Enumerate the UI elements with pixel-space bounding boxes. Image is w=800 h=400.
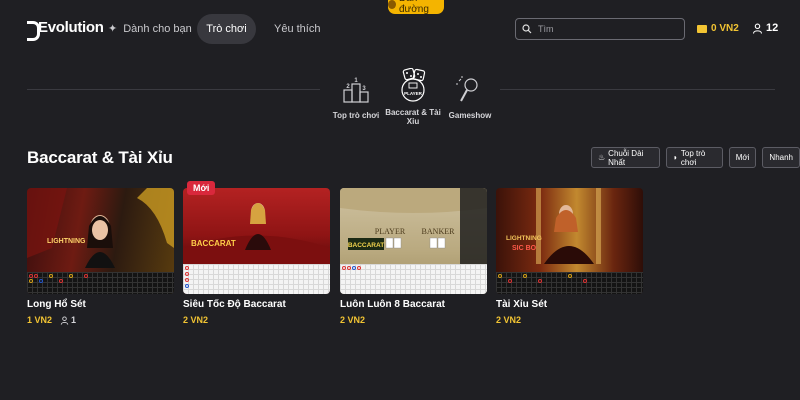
nav-favorites[interactable]: Yêu thích bbox=[274, 14, 320, 44]
sparkle-icon: ✦ bbox=[108, 23, 118, 35]
game-thumbnail[interactable]: PLAYER BANKER BACCARAT bbox=[340, 188, 487, 294]
game-title[interactable]: Siêu Tốc Độ Baccarat bbox=[183, 299, 330, 310]
game-art-subtext: SIC BO bbox=[512, 245, 537, 252]
game-thumbnail[interactable]: BACCARAT bbox=[183, 188, 330, 294]
play-icon: ◗ bbox=[673, 153, 678, 162]
dice-icon: PLAYER bbox=[401, 67, 426, 102]
logo-mark-icon bbox=[27, 20, 40, 41]
category-baccarat-label: Baccarat & Tài Xỉu bbox=[385, 108, 441, 126]
game-meta: 2 VN2 bbox=[340, 315, 487, 325]
nav-for-you-label: Dành cho bạn bbox=[123, 23, 192, 35]
game-card-speed-baccarat[interactable]: Mới BACCARAT Siêu Tốc Độ Baccarat 2 VN2 bbox=[183, 181, 330, 325]
logo-text: Evolution bbox=[38, 19, 104, 36]
filter-fast[interactable]: Nhanh bbox=[762, 147, 800, 168]
game-meta: 1 VN2 1 bbox=[27, 315, 174, 325]
filter-new[interactable]: Mới bbox=[728, 147, 757, 168]
nav-games-label: Trò chơi bbox=[206, 23, 247, 35]
game-meta: 2 VN2 bbox=[183, 315, 330, 325]
nav-for-you[interactable]: ✦ Dành cho bạn bbox=[108, 14, 192, 44]
new-badge: Mới bbox=[187, 181, 216, 195]
guide-icon bbox=[388, 0, 396, 9]
evolution-logo[interactable]: Evolution bbox=[27, 19, 104, 41]
podium-icon: 1 2 3 bbox=[343, 78, 369, 103]
section-title: Baccarat & Tài Xỉu bbox=[27, 148, 173, 167]
player-label: PLAYER bbox=[375, 227, 406, 236]
result-roadmap bbox=[183, 264, 330, 294]
top-bar: Evolution ✦ Dành cho bạn Trò chơi Yêu th… bbox=[0, 0, 800, 58]
game-meta: 2 VN2 bbox=[496, 315, 643, 325]
wallet-icon bbox=[697, 24, 707, 33]
result-roadmap bbox=[496, 272, 643, 294]
player-count: 12 bbox=[766, 22, 779, 34]
min-bet: 2 VN2 bbox=[183, 315, 209, 325]
online-players: 12 bbox=[752, 22, 778, 34]
game-card-dragon-tiger[interactable]: LIGHTNING Long Hổ Sét 1 VN2 1 bbox=[27, 188, 174, 325]
filter-longest-streak-label: Chuỗi Dài Nhất bbox=[608, 148, 644, 167]
category-baccarat[interactable]: PLAYER Baccarat & Tài Xỉu bbox=[385, 67, 441, 126]
user-icon bbox=[752, 23, 763, 34]
category-top-games-label: Top trò chơi bbox=[332, 111, 380, 120]
filter-fast-label: Nhanh bbox=[769, 153, 793, 162]
nav-games[interactable]: Trò chơi bbox=[197, 14, 256, 44]
game-player-count: 1 bbox=[71, 315, 77, 325]
game-thumbnail[interactable]: LIGHTNING SIC BO bbox=[496, 188, 643, 294]
fire-icon: ♨ bbox=[598, 153, 606, 162]
search-input[interactable] bbox=[538, 24, 668, 34]
result-roadmap bbox=[340, 264, 487, 294]
category-top-games[interactable]: 1 2 3 Top trò chơi bbox=[328, 75, 384, 120]
min-bet: 1 VN2 bbox=[27, 315, 53, 325]
game-thumbnail[interactable]: LIGHTNING bbox=[27, 188, 174, 294]
search-box[interactable] bbox=[515, 18, 685, 40]
result-roadmap bbox=[27, 272, 174, 294]
filter-longest-streak[interactable]: ♨ Chuỗi Dài Nhất bbox=[591, 147, 661, 168]
category-divider-left bbox=[27, 89, 320, 90]
category-icon-text: PLAYER bbox=[404, 91, 423, 96]
banker-label: BANKER bbox=[422, 227, 456, 236]
game-art-text: BACCARAT bbox=[191, 239, 236, 248]
game-art-text: BACCARAT bbox=[348, 242, 384, 249]
game-card-lightning-sic-bo[interactable]: LIGHTNING SIC BO Tài Xỉu Sét 2 VN2 bbox=[496, 188, 643, 325]
search-icon bbox=[522, 24, 532, 34]
guide-tab[interactable]: Dẫn đường bbox=[388, 0, 444, 15]
wallet-balance[interactable]: 0 VN2 bbox=[697, 23, 739, 34]
user-icon bbox=[60, 315, 69, 325]
game-title[interactable]: Luôn Luôn 8 Baccarat bbox=[340, 299, 487, 310]
filter-bar: ♨ Chuỗi Dài Nhất ◗ Top trò chơi Mới Nhan… bbox=[591, 147, 800, 168]
category-divider-right bbox=[500, 89, 775, 90]
game-card-always-8-baccarat[interactable]: PLAYER BANKER BACCARAT Luôn Luôn 8 Bacca… bbox=[340, 188, 487, 325]
filter-new-label: Mới bbox=[735, 153, 750, 162]
balance-value: 0 VN2 bbox=[711, 23, 739, 34]
category-gameshow[interactable]: Gameshow bbox=[442, 75, 498, 120]
nav-favorites-label: Yêu thích bbox=[274, 23, 321, 35]
filter-top-games[interactable]: ◗ Top trò chơi bbox=[666, 147, 723, 168]
svg-text:1: 1 bbox=[354, 78, 358, 84]
guide-label: Dẫn đường bbox=[398, 0, 429, 15]
game-title[interactable]: Long Hổ Sét bbox=[27, 299, 174, 310]
microphone-icon bbox=[456, 76, 478, 102]
game-art-text: LIGHTNING bbox=[506, 235, 542, 242]
min-bet: 2 VN2 bbox=[340, 315, 366, 325]
svg-text:2: 2 bbox=[346, 84, 350, 90]
game-art-text: LIGHTNING bbox=[47, 238, 86, 245]
category-gameshow-label: Gameshow bbox=[448, 111, 492, 120]
player-count-badge: 1 bbox=[60, 315, 76, 325]
game-title[interactable]: Tài Xỉu Sét bbox=[496, 299, 643, 310]
min-bet: 2 VN2 bbox=[496, 315, 522, 325]
svg-text:3: 3 bbox=[362, 86, 366, 92]
filter-top-games-label: Top trò chơi bbox=[680, 148, 706, 167]
